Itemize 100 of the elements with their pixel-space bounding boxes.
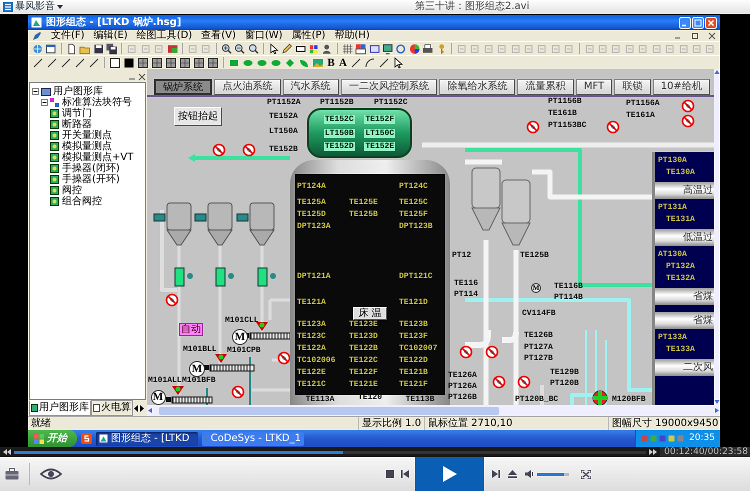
- pencil-icon[interactable]: [281, 42, 293, 54]
- image-icon[interactable]: [166, 42, 178, 54]
- palette-icon[interactable]: [355, 42, 367, 54]
- tree-item[interactable]: 模拟量测点+VT: [62, 152, 134, 163]
- pattern-icon[interactable]: [207, 56, 219, 68]
- system-tab[interactable]: 10#给机: [652, 79, 710, 95]
- pointer-icon[interactable]: [268, 42, 280, 54]
- save-icon[interactable]: [92, 42, 104, 54]
- save-all-icon[interactable]: [106, 42, 118, 54]
- previous-icon[interactable]: [401, 470, 409, 478]
- pattern-icon[interactable]: [151, 56, 163, 68]
- monitor-icon[interactable]: [382, 42, 394, 54]
- close-icon[interactable]: [138, 72, 146, 80]
- arc-icon[interactable]: [364, 56, 376, 68]
- tree-item[interactable]: 阀控: [62, 185, 82, 196]
- menu-item[interactable]: 查看(V): [201, 30, 236, 41]
- play-button[interactable]: [415, 457, 484, 491]
- system-tab[interactable]: MFT: [576, 79, 612, 95]
- scroll-up-icon[interactable]: [714, 69, 720, 75]
- empty-square-icon[interactable]: [109, 56, 121, 68]
- furnace-label: TE122E: [297, 368, 327, 378]
- fast-forward-icon[interactable]: [649, 449, 658, 455]
- system-tab[interactable]: 一二次风控制系统: [340, 79, 438, 95]
- magnifier-icon[interactable]: [248, 42, 259, 54]
- tree-item[interactable]: 开关量测点: [62, 130, 112, 141]
- line-tool-icon[interactable]: [350, 56, 362, 68]
- line-tool-icon[interactable]: [32, 56, 44, 68]
- line-tool-icon[interactable]: [60, 56, 72, 68]
- volume-icon[interactable]: [525, 470, 535, 478]
- menu-item[interactable]: 文件(F): [51, 30, 85, 41]
- system-tab[interactable]: 点火油系统: [214, 79, 281, 95]
- grid-icon[interactable]: [342, 42, 354, 54]
- next-icon[interactable]: [492, 470, 500, 478]
- person-icon[interactable]: [321, 42, 333, 54]
- new-file-icon[interactable]: [66, 42, 78, 54]
- eye-icon[interactable]: [40, 468, 62, 480]
- header-label: 省煤: [693, 291, 713, 302]
- tree-item[interactable]: 手操器(闭环): [62, 163, 120, 174]
- system-tab[interactable]: 除氧给水系统: [439, 79, 516, 95]
- tree-item[interactable]: 用户图形库: [53, 86, 103, 97]
- window-icon[interactable]: [45, 42, 57, 54]
- restore-icon[interactable]: [691, 32, 699, 40]
- tree-item[interactable]: 组合阀控: [62, 196, 102, 207]
- toolbox-icon[interactable]: [5, 468, 19, 480]
- printer-icon[interactable]: [422, 42, 434, 54]
- menu-item[interactable]: 帮助(H): [334, 30, 370, 41]
- tree-item[interactable]: 手操器(开环): [62, 174, 120, 185]
- system-tab[interactable]: 流量累积: [517, 79, 574, 95]
- bed-temperature-button[interactable]: 床 温: [353, 307, 387, 320]
- tag-label: LT150A: [269, 127, 298, 136]
- caret-icon[interactable]: [57, 5, 63, 9]
- menu-item[interactable]: 编辑(E): [94, 30, 128, 41]
- tree-item[interactable]: 标准算法块符号: [62, 97, 132, 108]
- tag-label: CV114FB: [522, 309, 556, 318]
- frame-icon[interactable]: [368, 42, 380, 54]
- scroll-right-icon[interactable]: [139, 404, 145, 412]
- furnace-label: DPT121A: [297, 272, 332, 282]
- expand-toggle-icon[interactable]: [41, 99, 48, 106]
- taskbar-button[interactable]: 图形组态 - [LTKD: [96, 432, 198, 446]
- pattern-icon[interactable]: [165, 56, 177, 68]
- tag-label: PT126B: [448, 393, 477, 402]
- line-tool-icon[interactable]: [88, 56, 100, 68]
- zoom-out-icon[interactable]: [234, 42, 246, 54]
- library-tab[interactable]: 火电算: [91, 400, 133, 416]
- tree-item[interactable]: 调节门: [62, 108, 92, 119]
- tree-item[interactable]: 模拟量测点: [62, 141, 112, 152]
- minimize-icon[interactable]: [679, 16, 691, 28]
- pattern-icon[interactable]: [193, 56, 205, 68]
- pointer-icon[interactable]: [392, 56, 404, 68]
- system-tab[interactable]: 汽水系统: [282, 79, 339, 95]
- tree-item[interactable]: 断路器: [62, 119, 92, 130]
- line-tool-icon[interactable]: [46, 56, 58, 68]
- app-logo-icon[interactable]: [3, 2, 13, 12]
- raise-button[interactable]: 按钮抬起: [174, 107, 222, 126]
- quick-launch-icon[interactable]: [81, 433, 92, 444]
- system-tab[interactable]: 联锁: [614, 79, 651, 95]
- taskbar-button[interactable]: CoDeSys - LTKD_1: [202, 432, 304, 446]
- close-icon[interactable]: [708, 32, 716, 40]
- refresh-icon[interactable]: [395, 42, 407, 54]
- line-tool-icon[interactable]: [74, 56, 86, 68]
- color-wheel-icon[interactable]: [408, 42, 420, 54]
- color-squares-icon[interactable]: [308, 42, 320, 54]
- system-tab[interactable]: 锅炉系统: [154, 79, 212, 95]
- pattern-icon[interactable]: [137, 56, 149, 68]
- menu-item[interactable]: 属性(P): [292, 30, 326, 41]
- rewind-icon[interactable]: [3, 449, 11, 455]
- pattern-icon[interactable]: [179, 56, 191, 68]
- eject-icon[interactable]: [508, 470, 517, 478]
- menu-item[interactable]: 窗口(W): [244, 30, 283, 41]
- library-tab[interactable]: 用户图形库: [29, 400, 91, 416]
- menu-item[interactable]: 绘图工具(D): [136, 30, 192, 41]
- filled-square-icon[interactable]: [123, 56, 135, 68]
- expand-toggle-icon[interactable]: [32, 88, 39, 95]
- line-tool-icon[interactable]: [378, 56, 390, 68]
- text-tool-button[interactable]: B: [326, 56, 336, 68]
- scrollbar-thumb[interactable]: [159, 406, 499, 414]
- text-tool-button[interactable]: A: [338, 56, 348, 68]
- zoom-in-icon[interactable]: [220, 42, 232, 54]
- motor-symbol: M: [189, 361, 205, 377]
- fullscreen-icon[interactable]: [581, 470, 591, 478]
